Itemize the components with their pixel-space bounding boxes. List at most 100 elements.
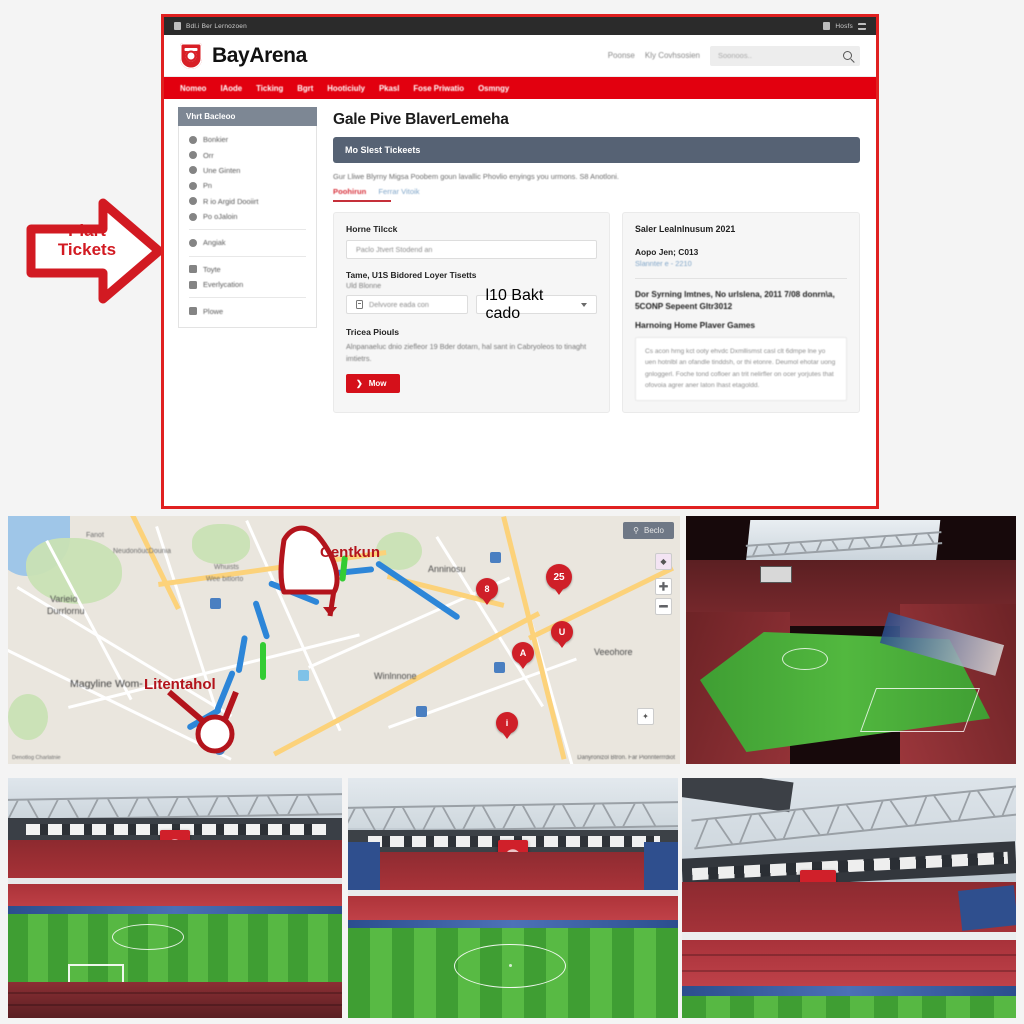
map-route-4 <box>235 634 248 674</box>
map-pin-label-1: 25 <box>553 571 565 583</box>
photo4-seat-row-2 <box>682 970 1016 972</box>
prices-title: Tricea Piouls <box>346 327 400 337</box>
sidebar-item-6[interactable]: Angiak <box>179 235 316 250</box>
map-zoom-out-control[interactable]: ➖ <box>655 598 672 615</box>
map-poi-icon-5[interactable] <box>298 670 309 681</box>
map-pin-3[interactable]: A <box>512 642 534 664</box>
menu-icon[interactable] <box>858 22 866 30</box>
search-input[interactable]: Soonoos.. <box>710 45 860 66</box>
photo2-centre-circle <box>112 924 184 950</box>
map-compass-control[interactable]: ✦ <box>637 708 654 725</box>
sublink-other[interactable]: Ferrar Vitoik <box>378 187 419 196</box>
sidebar-item-label-7: Toyte <box>203 264 221 274</box>
sidebar-item-7[interactable]: Toyte <box>179 262 316 277</box>
map-label-4: Varieio <box>50 594 78 604</box>
sidebar: Vhrt Bacleoo Bonkier Orr Une Ginten Pn R… <box>164 99 319 506</box>
nav-item-1[interactable]: IAode <box>220 84 242 93</box>
map-label-7: Anninosu <box>428 564 466 574</box>
map-poi-icon-2[interactable] <box>303 582 314 593</box>
masthead-link-0[interactable]: Poonse <box>608 51 635 60</box>
home-ticket-label: Horne Tilcck <box>346 224 398 234</box>
info-link[interactable]: Slannter e - 2210 <box>635 259 847 268</box>
photo2-seat-row-1 <box>8 992 342 994</box>
map-marker-control[interactable]: ◆ <box>655 553 672 570</box>
map-zoom-in-control[interactable]: ➕ <box>655 578 672 595</box>
layer-tickets-note: Uld Blonne <box>346 281 382 290</box>
map-poi-icon-3[interactable] <box>490 552 501 563</box>
sidebar-item-label-3: Pn <box>203 181 213 191</box>
circle-icon <box>189 135 197 144</box>
home-ticket-value: Paclo Jtvert Stodend an <box>356 245 433 254</box>
star-icon <box>189 238 197 247</box>
main-content: Gale Pive BlaverLemeha Mo Slest Tickeets… <box>319 99 876 506</box>
sidebar-list: Bonkier Orr Une Ginten Pn R io Argid Doo… <box>178 126 317 328</box>
prices-text: Alnpanaeluc dnio ziefleor 19 Bder dotarn… <box>346 342 587 364</box>
map-park-2 <box>192 524 250 564</box>
sidebar-item-2[interactable]: Une Ginten <box>179 163 316 178</box>
photo3-upper-stand <box>348 852 678 894</box>
map-route-green-2 <box>260 642 266 680</box>
map-label-3: Wee bitlorto <box>206 576 244 583</box>
info-subheading: Aopo Jen; C013 <box>635 247 699 257</box>
masthead-link-1[interactable]: Kly Covhsosien <box>645 51 700 60</box>
map-attribution: Danyronizol Btron. Far Pionnterrrdiot <box>577 755 675 761</box>
quantity-select[interactable]: l10 Bakt cado <box>475 287 597 322</box>
sidebar-item-9[interactable]: Plowe <box>179 303 316 318</box>
map-canvas[interactable]: Fanot NeudonöucDounia Whuists Wee bitlor… <box>8 516 680 764</box>
delivery-field[interactable]: Delvvore eada con <box>346 295 468 314</box>
sidebar-item-1[interactable]: Orr <box>179 147 316 162</box>
sidebar-item-4[interactable]: R io Argid Dooiirt <box>179 194 316 209</box>
photo3-centre-spot <box>509 964 512 967</box>
info-card: Saler Lealnlnusum 2021 Aopo Jen; C013 Sl… <box>622 212 860 413</box>
map-attribution-left: Denotlog Charlatnie <box>12 755 61 761</box>
sidebar-item-0[interactable]: Bonkier <box>179 132 316 147</box>
map-poi-icon-6[interactable] <box>416 706 427 717</box>
nav-item-4[interactable]: Hooticiuly <box>327 84 365 93</box>
sidebar-item-3[interactable]: Pn <box>179 178 316 193</box>
info-body-2: Harnoing Home Plaver Games <box>635 319 756 330</box>
pin-icon <box>189 151 197 160</box>
home-ticket-field[interactable]: Paclo Jtvert Stodend an <box>346 240 597 259</box>
nav-item-2[interactable]: Ticking <box>256 84 283 93</box>
page-title: Gale Pive BlaverLemeha <box>333 111 509 128</box>
map-pin-1[interactable]: 25 <box>546 564 572 590</box>
sublink-active[interactable]: Poohirun <box>333 187 366 196</box>
sidebar-item-label-5: Po oJaloin <box>203 212 238 222</box>
more-button[interactable]: ❯ Mow <box>346 374 401 394</box>
map-pin-4[interactable]: i <box>496 712 518 734</box>
map-locate-button[interactable]: ⚲ Beclo <box>623 522 674 539</box>
lede-text: Gur Lliwe Blyrny Migsa Poobem goun laval… <box>333 172 619 181</box>
map-poi-icon-1[interactable] <box>210 598 221 609</box>
page-body: Vhrt Bacleoo Bonkier Orr Une Ginten Pn R… <box>164 99 876 506</box>
quantity-value: l10 Bakt cado <box>485 286 544 322</box>
map-annotation-0: Centkun <box>320 544 380 561</box>
sidebar-divider-2 <box>189 255 306 257</box>
map-pin-0[interactable]: 8 <box>476 578 498 600</box>
ticket-form-card: Horne Tilcck Paclo Jtvert Stodend an Tam… <box>333 212 610 413</box>
sidebar-item-label-1: Orr <box>203 150 214 160</box>
sidebar-item-8[interactable]: Everlycation <box>179 277 316 292</box>
account-icon[interactable] <box>823 22 831 30</box>
photo2-upper-stand <box>8 840 342 882</box>
map-label-6: Magyline Wom- <box>70 678 143 690</box>
nav-item-0[interactable]: Nomeo <box>180 84 206 93</box>
map-poi-icon-7[interactable] <box>214 744 225 755</box>
input-pair-row: Delvvore eada con l10 Bakt cado <box>346 287 597 322</box>
search-icon[interactable] <box>843 51 852 60</box>
browser-window: Bdl.i Ber Lernozoen Hosfs BayArena Poons… <box>161 14 879 509</box>
nav-item-6[interactable]: Fose Priwatio <box>413 84 464 93</box>
map-screenshot-cell[interactable]: Fanot NeudonöucDounia Whuists Wee bitlor… <box>8 516 680 764</box>
chevron-right-icon: ❯ <box>356 379 363 389</box>
map-annotation-1: Litentahol <box>144 676 216 693</box>
nav-item-7[interactable]: Osmngy <box>478 84 509 93</box>
sidebar-item-5[interactable]: Po oJaloin <box>179 209 316 224</box>
map-label-9: Veeohore <box>594 647 633 657</box>
nav-item-3[interactable]: Bgrt <box>297 84 313 93</box>
sidebar-item-label-8: Everlycation <box>203 280 244 290</box>
map-major-road-1 <box>123 516 181 611</box>
map-poi-icon-4[interactable] <box>494 662 505 673</box>
map-pin-2[interactable]: U <box>551 621 573 643</box>
nav-item-5[interactable]: Pkasl <box>379 84 399 93</box>
sidebar-divider-1 <box>189 229 306 231</box>
globe-icon <box>189 197 197 206</box>
